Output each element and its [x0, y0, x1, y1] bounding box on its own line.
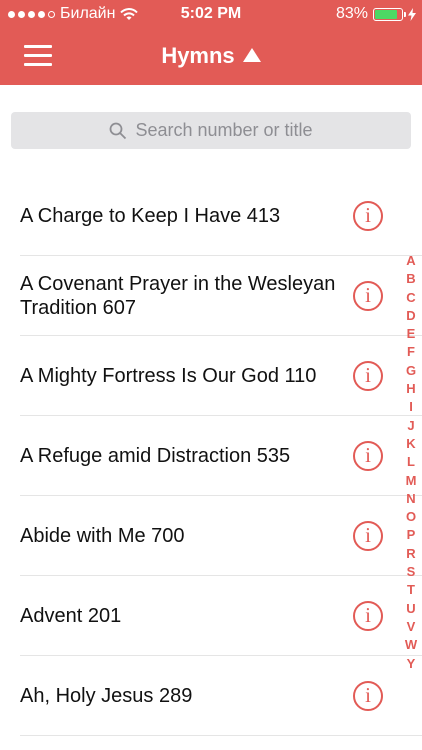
hymn-row[interactable]: Ah, Holy Jesus 289 i	[20, 656, 422, 736]
index-letter[interactable]: W	[405, 636, 417, 654]
index-letter[interactable]: V	[407, 618, 416, 636]
hymn-title: A Refuge amid Distraction 535	[20, 444, 291, 467]
info-icon[interactable]: i	[353, 280, 383, 311]
index-letter[interactable]: R	[406, 545, 415, 563]
index-letter[interactable]: C	[406, 289, 415, 307]
index-letter[interactable]: T	[407, 581, 415, 599]
search-input[interactable]: Search number or title	[11, 112, 411, 149]
page-title: Hymns	[161, 43, 235, 68]
info-icon[interactable]: i	[353, 360, 383, 391]
battery-icon	[373, 7, 406, 21]
search-icon	[110, 122, 127, 139]
index-letter[interactable]: E	[407, 325, 416, 343]
hymn-title: A Charge to Keep I Have 413	[20, 204, 281, 227]
hymn-list: A Charge to Keep I Have 413 i A Covenant…	[0, 176, 422, 736]
hymn-row[interactable]: Abide with Me 700 i	[20, 496, 422, 576]
info-icon[interactable]: i	[353, 440, 383, 471]
index-letter[interactable]: H	[406, 380, 415, 398]
index-letter[interactable]: O	[406, 508, 416, 526]
hymn-row[interactable]: A Charge to Keep I Have 413 i	[20, 176, 422, 256]
triangle-up-icon	[242, 48, 261, 62]
index-letter[interactable]: B	[406, 270, 415, 288]
index-letter[interactable]: L	[407, 453, 415, 471]
title-dropdown[interactable]: Hymns	[0, 43, 422, 69]
index-letter[interactable]: F	[407, 343, 415, 361]
hymn-row[interactable]: A Covenant Prayer in the Wesleyan Tradit…	[20, 256, 422, 336]
status-bar: Билайн 5:02 PM 83%	[0, 0, 422, 30]
index-letter[interactable]: Y	[407, 655, 416, 673]
hymn-row[interactable]: A Mighty Fortress Is Our God 110 i	[20, 336, 422, 416]
hymn-title: Advent 201	[20, 604, 122, 627]
index-letter[interactable]: S	[407, 563, 416, 581]
info-icon[interactable]: i	[353, 200, 383, 231]
alphabet-index[interactable]: A B C D E F G H I J K L M N O P R S T U …	[400, 252, 422, 673]
info-icon[interactable]: i	[353, 600, 383, 631]
index-letter[interactable]: J	[407, 417, 414, 435]
search-placeholder: Search number or title	[135, 120, 313, 140]
hymn-title: A Covenant Prayer in the Wesleyan Tradit…	[20, 272, 336, 319]
battery-percent: 83%	[335, 5, 368, 22]
nav-bar: Билайн 5:02 PM 83% Hymns	[0, 0, 422, 85]
index-letter[interactable]: N	[406, 490, 415, 508]
charging-bolt-icon	[408, 7, 416, 21]
hymn-row[interactable]: A Refuge amid Distraction 535 i	[20, 416, 422, 496]
index-letter[interactable]: P	[407, 526, 416, 544]
hymn-title: Abide with Me 700	[20, 524, 185, 547]
index-letter[interactable]: M	[406, 472, 417, 490]
index-letter[interactable]: U	[406, 600, 415, 618]
index-letter[interactable]: I	[409, 398, 413, 416]
info-icon[interactable]: i	[353, 520, 383, 551]
index-letter[interactable]: K	[406, 435, 415, 453]
hymn-title: Ah, Holy Jesus 289	[20, 684, 193, 707]
index-letter[interactable]: G	[406, 362, 416, 380]
index-letter[interactable]: A	[406, 252, 415, 270]
hymn-title: A Mighty Fortress Is Our God 110	[20, 364, 317, 387]
hymn-row[interactable]: Advent 201 i	[20, 576, 422, 656]
info-icon[interactable]: i	[353, 680, 383, 711]
index-letter[interactable]: D	[406, 307, 415, 325]
